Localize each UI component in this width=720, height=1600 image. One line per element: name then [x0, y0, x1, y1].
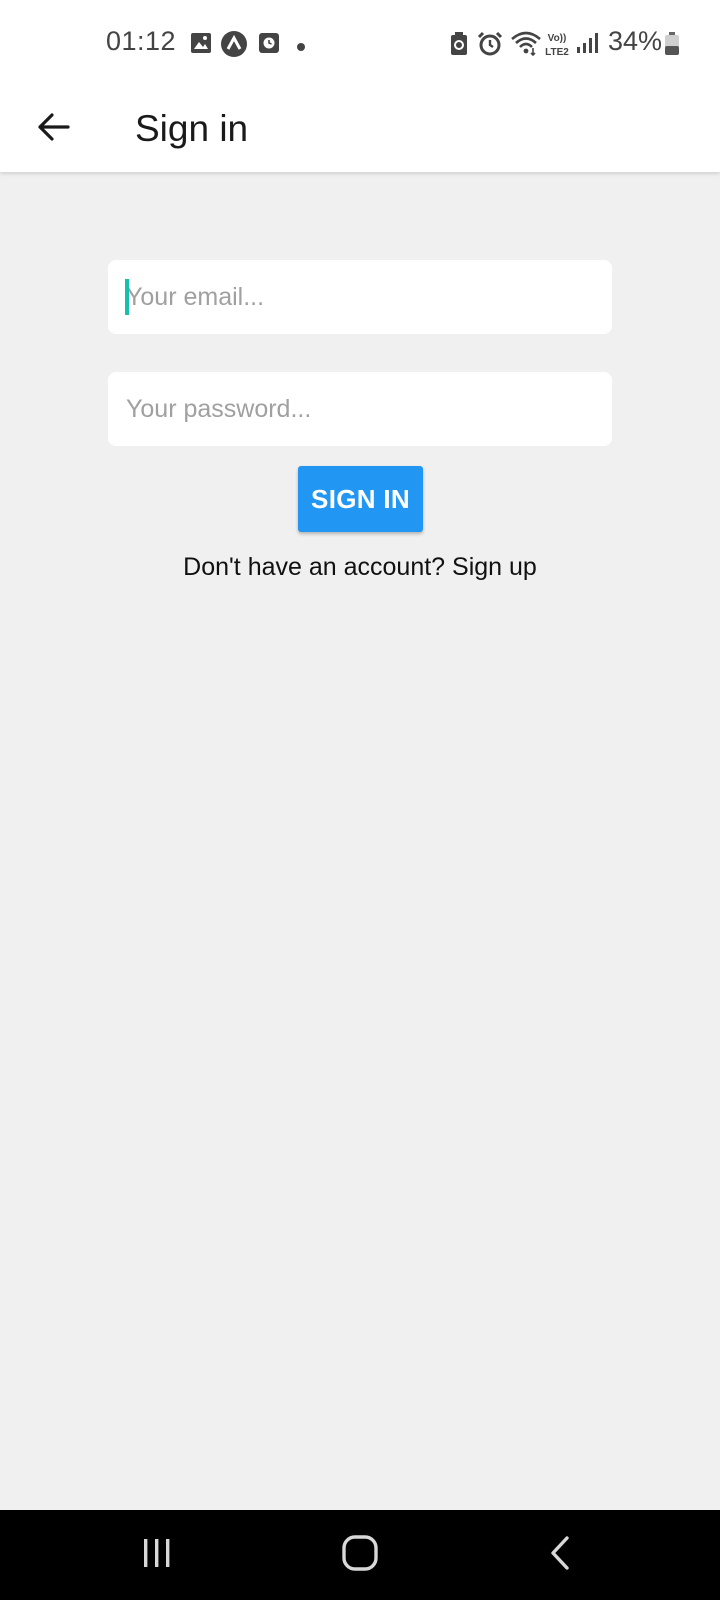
svg-text:LTE2: LTE2 — [545, 47, 569, 58]
recents-icon — [140, 1536, 174, 1575]
battery-saver-icon — [450, 32, 468, 56]
alarm-icon — [477, 31, 503, 56]
home-icon — [341, 1534, 379, 1577]
recents-button[interactable] — [127, 1530, 187, 1580]
password-input[interactable] — [108, 372, 612, 446]
app-a-icon — [220, 30, 248, 57]
text-cursor — [125, 279, 129, 315]
app-bar: Sign in — [0, 86, 720, 172]
battery-percentage: 34% — [608, 26, 663, 56]
clock-app-icon — [258, 32, 280, 56]
gallery-icon — [190, 32, 212, 56]
navigation-bar — [0, 1510, 720, 1600]
dot-icon — [296, 39, 306, 63]
status-bar: 01:12 Vo)) LTE2 34% — [0, 0, 720, 86]
sign-in-button[interactable]: SIGN IN — [298, 466, 423, 532]
page-title: Sign in — [135, 108, 249, 149]
svg-text:Vo)): Vo)) — [548, 33, 567, 44]
sign-up-link[interactable]: Sign up — [452, 553, 537, 581]
signup-line: Don't have an account? Sign up — [0, 553, 720, 582]
battery-icon — [664, 32, 680, 56]
email-input[interactable] — [108, 260, 612, 334]
back-button[interactable] — [28, 104, 78, 154]
signup-prompt: Don't have an account? — [183, 553, 446, 581]
back-chevron-icon — [547, 1535, 573, 1576]
signal-icon — [576, 32, 600, 56]
wifi-icon — [510, 30, 542, 57]
home-button[interactable] — [330, 1530, 390, 1580]
status-time: 01:12 — [106, 26, 177, 56]
volte-lte2-icon: Vo)) LTE2 — [542, 30, 572, 58]
system-back-button[interactable] — [530, 1530, 590, 1580]
arrow-left-icon — [36, 112, 70, 147]
